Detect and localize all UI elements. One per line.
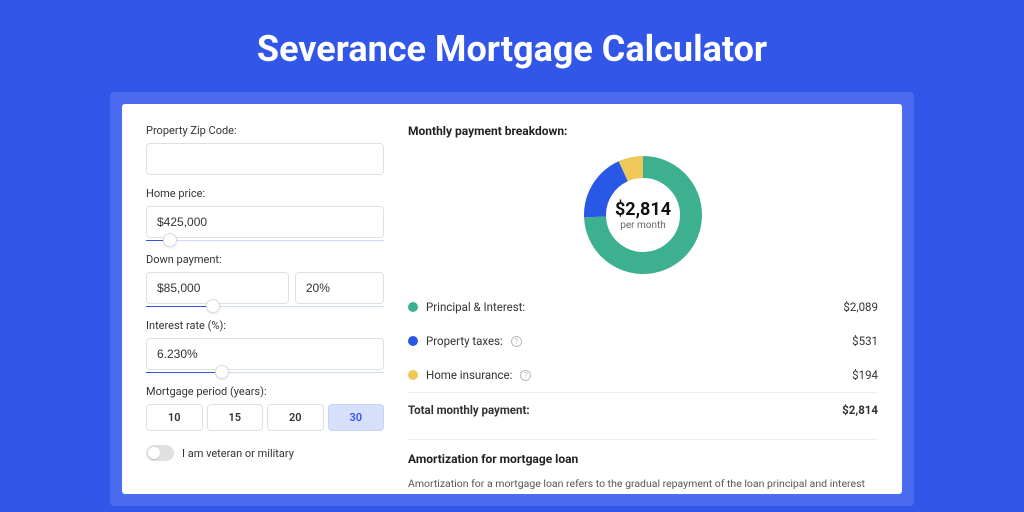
legend-row: Principal & Interest: $2,089 — [408, 290, 878, 324]
legend: Principal & Interest: $2,089 Property taxe… — [408, 290, 878, 392]
interest-input[interactable] — [146, 338, 384, 370]
calculator-card: Property Zip Code: Home price: Down paym… — [122, 104, 902, 494]
slider-thumb[interactable] — [163, 233, 177, 247]
period-option-20[interactable]: 20 — [267, 404, 324, 431]
donut-sub: per month — [620, 220, 666, 231]
home-price-input[interactable] — [146, 206, 384, 238]
amortization-title: Amortization for mortgage loan — [408, 452, 878, 466]
legend-row: Property taxes:? $531 — [408, 324, 878, 358]
veteran-toggle[interactable] — [146, 445, 174, 461]
legend-row-total: Total monthly payment: $2,814 — [408, 392, 878, 427]
veteran-label: I am veteran or military — [182, 447, 294, 460]
breakdown-section: Monthly payment breakdown: $2,814 per mo… — [408, 124, 878, 440]
period-label: Mortgage period (years): — [146, 385, 384, 398]
slider-thumb[interactable] — [206, 299, 220, 313]
form-panel: Property Zip Code: Home price: Down paym… — [146, 124, 384, 484]
period-option-30[interactable]: 30 — [328, 404, 385, 431]
interest-label: Interest rate (%): — [146, 319, 384, 332]
amortization-section: Amortization for mortgage loan Amortizat… — [408, 452, 878, 494]
donut-center: $2,814 per month — [582, 154, 704, 276]
breakdown-panel: Monthly payment breakdown: $2,814 per mo… — [408, 124, 878, 484]
zip-label: Property Zip Code: — [146, 124, 384, 137]
legend-row: Home insurance:? $194 — [408, 358, 878, 392]
legend-amount: $194 — [852, 368, 878, 382]
period-option-10[interactable]: 10 — [146, 404, 203, 431]
field-zip: Property Zip Code: — [146, 124, 384, 175]
home-price-label: Home price: — [146, 187, 384, 200]
page-title: Severance Mortgage Calculator — [0, 0, 1024, 92]
zip-input[interactable] — [146, 143, 384, 175]
amortization-text: Amortization for a mortgage loan refers … — [408, 476, 878, 494]
period-option-15[interactable]: 15 — [207, 404, 264, 431]
down-payment-label: Down payment: — [146, 253, 384, 266]
legend-amount: $531 — [852, 334, 878, 348]
field-down-payment: Down payment: — [146, 253, 384, 307]
help-icon[interactable]: ? — [511, 336, 522, 347]
home-price-slider[interactable] — [146, 240, 384, 241]
breakdown-title: Monthly payment breakdown: — [408, 124, 878, 138]
total-label: Total monthly payment: — [408, 403, 530, 417]
field-home-price: Home price: — [146, 187, 384, 241]
veteran-row: I am veteran or military — [146, 445, 384, 461]
down-payment-slider[interactable] — [146, 306, 384, 307]
down-payment-input[interactable] — [146, 272, 289, 304]
donut-amount: $2,814 — [615, 199, 671, 220]
card-frame: Property Zip Code: Home price: Down paym… — [110, 92, 914, 506]
legend-amount: $2,089 — [843, 300, 878, 314]
help-icon[interactable]: ? — [520, 370, 531, 381]
field-interest: Interest rate (%): — [146, 319, 384, 373]
legend-label: Property taxes: — [426, 334, 503, 348]
interest-slider[interactable] — [146, 372, 384, 373]
legend-label: Principal & Interest: — [426, 300, 525, 314]
legend-label: Home insurance: — [426, 368, 512, 382]
donut-chart-wrap: $2,814 per month — [408, 150, 878, 290]
toggle-knob — [148, 447, 160, 459]
total-amount: $2,814 — [842, 403, 878, 417]
legend-dot — [408, 302, 418, 312]
legend-dot — [408, 370, 418, 380]
donut-chart: $2,814 per month — [582, 154, 704, 276]
down-payment-pct-input[interactable] — [295, 272, 384, 304]
legend-dot — [408, 336, 418, 346]
slider-thumb[interactable] — [215, 365, 229, 379]
field-period: Mortgage period (years): 10152030 — [146, 385, 384, 431]
